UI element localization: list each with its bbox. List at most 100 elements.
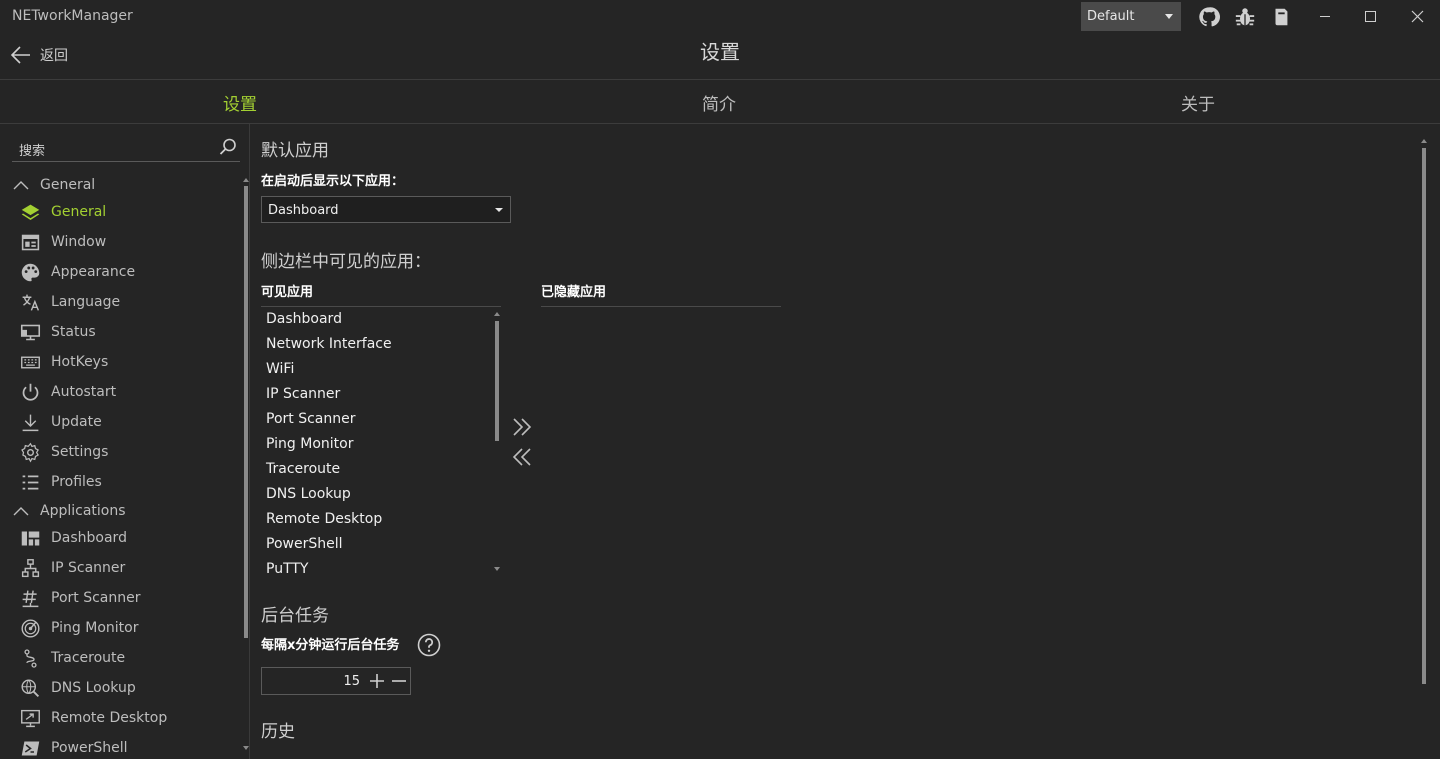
list-item[interactable]: Port Scanner xyxy=(266,411,355,427)
tab-introduction[interactable]: 简介 xyxy=(702,90,736,115)
sidebar-item-label: Traceroute xyxy=(51,650,126,666)
sidebar-item-appearance[interactable]: Appearance xyxy=(20,260,135,284)
list-scrollbar-thumb[interactable] xyxy=(495,321,499,441)
background-job-interval-stepper[interactable]: 15 xyxy=(261,667,411,695)
github-icon[interactable] xyxy=(1198,6,1220,28)
list-item[interactable]: Traceroute xyxy=(266,461,340,477)
window-icon xyxy=(21,234,40,250)
scroll-down-icon[interactable] xyxy=(494,567,500,571)
title-bar: NETworkManager Default xyxy=(0,0,1440,32)
sidebar-item-hotkeys[interactable]: HotKeys xyxy=(20,350,108,374)
keyboard-icon xyxy=(21,356,40,368)
sidebar-item-label: Settings xyxy=(51,444,109,460)
sidebar-item-label: DNS Lookup xyxy=(51,680,136,696)
group-label: General xyxy=(40,177,96,193)
sidebar-item-label: PowerShell xyxy=(51,740,128,756)
minimize-icon[interactable] xyxy=(1302,0,1348,32)
list-item[interactable]: IP Scanner xyxy=(266,386,340,402)
visible-apps-header: 可见应用 xyxy=(261,285,314,300)
sidebar-item-autostart[interactable]: Autostart xyxy=(20,380,116,404)
search-input[interactable]: 搜索 xyxy=(12,134,240,162)
group-header-applications[interactable]: Applications xyxy=(12,501,126,521)
divider xyxy=(261,306,501,307)
scroll-up-icon[interactable] xyxy=(1421,139,1427,143)
sidebar-item-dashboard[interactable]: Dashboard xyxy=(20,526,127,550)
download-icon xyxy=(22,414,39,431)
move-to-hidden-icon[interactable] xyxy=(511,416,533,438)
list-item[interactable]: Ping Monitor xyxy=(266,436,353,452)
power-icon xyxy=(22,383,39,401)
scroll-down-icon[interactable] xyxy=(243,746,249,750)
sidebar-item-powershell[interactable]: PowerShell xyxy=(20,736,127,759)
stepper-value: 15 xyxy=(343,674,360,689)
scroll-up-icon[interactable] xyxy=(494,312,500,316)
sidebar-item-dns-lookup[interactable]: DNS Lookup xyxy=(20,676,136,700)
gear-icon xyxy=(21,442,39,463)
network-icon xyxy=(21,558,40,577)
group-header-general[interactable]: General xyxy=(12,175,95,195)
section-title-default-app: 默认应用 xyxy=(261,141,329,161)
tab-settings[interactable]: 设置 xyxy=(223,90,257,115)
sidebar-item-ip-scanner[interactable]: IP Scanner xyxy=(20,556,125,580)
route-icon xyxy=(24,648,37,668)
chevron-down-icon xyxy=(495,208,503,212)
main-scrollbar-thumb[interactable] xyxy=(1422,148,1426,684)
sidebar-item-profiles[interactable]: Profiles xyxy=(20,470,102,494)
layers-icon xyxy=(21,204,40,220)
sidebar-item-traceroute[interactable]: Traceroute xyxy=(20,646,125,670)
list-item[interactable]: PowerShell xyxy=(266,536,342,552)
sidebar-item-label: Port Scanner xyxy=(51,590,141,606)
minus-icon[interactable] xyxy=(391,673,407,689)
default-app-select[interactable]: Dashboard xyxy=(261,196,511,223)
plus-icon[interactable] xyxy=(369,673,385,689)
page-title: 设置 xyxy=(700,40,740,64)
sidebar-item-general[interactable]: General xyxy=(20,200,106,224)
list-icon xyxy=(22,475,39,489)
sidebar-item-window[interactable]: Window xyxy=(20,230,106,254)
move-to-visible-icon[interactable] xyxy=(511,446,533,468)
sidebar-item-status[interactable]: Status xyxy=(20,320,96,344)
section-title-sidebar-apps: 侧边栏中可见的应用： xyxy=(261,252,431,272)
sidebar-item-update[interactable]: Update xyxy=(20,410,102,434)
divider xyxy=(541,306,781,307)
maximize-icon[interactable] xyxy=(1347,0,1393,32)
remote-desktop-icon xyxy=(21,709,40,727)
sidebar-item-label: Appearance xyxy=(51,264,136,280)
sidebar-item-language[interactable]: Language xyxy=(20,290,120,314)
sidebar-item-port-scanner[interactable]: Port Scanner xyxy=(20,586,140,610)
sidebar-item-label: Language xyxy=(51,294,121,310)
section-title-history: 历史 xyxy=(261,722,295,742)
radar-icon xyxy=(21,618,40,638)
sidebar-item-label: HotKeys xyxy=(51,354,109,370)
sidebar-item-label: Remote Desktop xyxy=(51,710,168,726)
bug-icon[interactable] xyxy=(1234,6,1256,28)
section-title-background-job: 后台任务 xyxy=(261,606,329,626)
scroll-up-icon[interactable] xyxy=(243,178,249,182)
list-item[interactable]: DNS Lookup xyxy=(266,486,351,502)
sidebar: 搜索 General General Window Appearance Lan… xyxy=(0,124,250,759)
sidebar-item-remote-desktop[interactable]: Remote Desktop xyxy=(20,706,167,730)
settings-panel: 默认应用 在启动后显示以下应用： Dashboard 侧边栏中可见的应用： 可见… xyxy=(251,124,1440,759)
close-icon[interactable] xyxy=(1394,0,1440,32)
book-icon[interactable] xyxy=(1270,6,1292,28)
powershell-icon xyxy=(21,741,40,755)
help-icon[interactable] xyxy=(417,633,441,657)
sidebar-item-settings[interactable]: Settings xyxy=(20,440,108,464)
sidebar-scrollbar-thumb[interactable] xyxy=(244,186,248,638)
tab-about[interactable]: 关于 xyxy=(1181,90,1215,115)
default-app-label: 在启动后显示以下应用： xyxy=(261,174,405,189)
divider xyxy=(0,79,1440,80)
translate-icon xyxy=(22,294,40,311)
list-item[interactable]: WiFi xyxy=(266,361,294,377)
search-icon[interactable] xyxy=(218,137,238,157)
sidebar-item-ping-monitor[interactable]: Ping Monitor xyxy=(20,616,138,640)
monitor-icon xyxy=(20,324,41,340)
list-item[interactable]: Network Interface xyxy=(266,336,392,352)
list-item[interactable]: PuTTY xyxy=(266,561,308,577)
sidebar-item-label: Update xyxy=(51,414,102,430)
sidebar-item-label: Ping Monitor xyxy=(51,620,139,636)
list-item[interactable]: Dashboard xyxy=(266,311,342,327)
sidebar-item-label: General xyxy=(51,204,107,220)
theme-select[interactable]: Default xyxy=(1081,2,1181,31)
list-item[interactable]: Remote Desktop xyxy=(266,511,382,527)
